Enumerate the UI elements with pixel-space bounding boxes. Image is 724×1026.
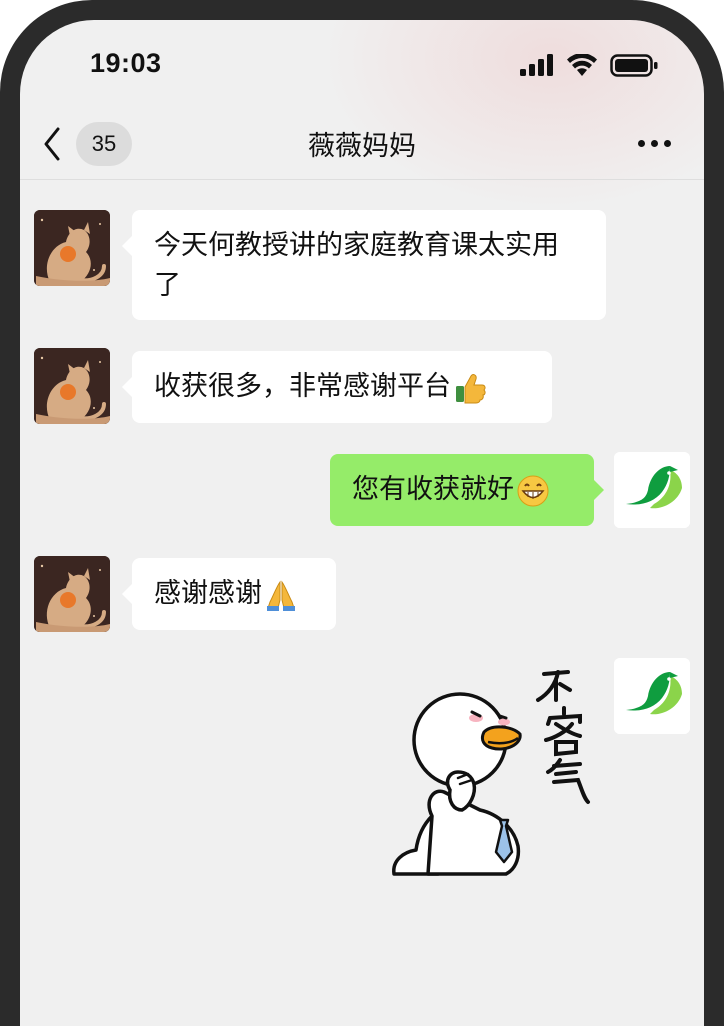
green-bird-logo-icon bbox=[614, 658, 690, 734]
chat-title: 薇薇妈妈 bbox=[308, 131, 416, 162]
message-text: 感谢感谢 bbox=[154, 578, 262, 609]
status-icons bbox=[520, 54, 660, 77]
message-bubble[interactable]: 收获很多，非常感谢平台 bbox=[122, 351, 552, 423]
grinning-face-icon bbox=[517, 475, 549, 506]
more-dot-icon bbox=[638, 140, 645, 147]
more-dot-icon bbox=[651, 140, 658, 147]
contact-avatar[interactable] bbox=[34, 348, 110, 424]
cat-avatar-icon bbox=[34, 348, 110, 424]
my-avatar[interactable] bbox=[614, 658, 690, 734]
message-text: 今天何教授讲的家庭教育课太实用了 bbox=[154, 230, 559, 301]
my-avatar[interactable] bbox=[614, 452, 690, 528]
battery-icon bbox=[610, 54, 658, 77]
chat-screen: 19:03 35 薇薇妈妈 今天何教授讲的家庭教育课太实用了 收获很多，非常感谢… bbox=[20, 20, 704, 1026]
message-bubble[interactable]: 感谢感谢 bbox=[122, 558, 336, 630]
message-bubble[interactable]: 今天何教授讲的家庭教育课太实用了 bbox=[122, 210, 606, 320]
contact-avatar[interactable] bbox=[34, 210, 110, 286]
message-bubble[interactable]: 您有收获就好 bbox=[330, 454, 604, 526]
green-bird-logo-icon bbox=[614, 452, 690, 528]
message-text: 您有收获就好 bbox=[352, 474, 514, 505]
cat-avatar-icon bbox=[34, 210, 110, 286]
duck-sticker[interactable] bbox=[388, 660, 594, 876]
cellular-signal-icon bbox=[520, 54, 553, 76]
chat-nav-bar: 35 薇薇妈妈 bbox=[20, 120, 704, 180]
thumbs-up-icon bbox=[456, 373, 486, 403]
status-time: 19:03 bbox=[90, 48, 162, 78]
more-options-button[interactable] bbox=[638, 140, 678, 152]
phone-frame: 19:03 35 薇薇妈妈 今天何教授讲的家庭教育课太实用了 收获很多，非常感谢… bbox=[0, 0, 724, 1026]
nav-divider bbox=[20, 179, 704, 180]
message-text: 收获很多，非常感谢平台 bbox=[154, 371, 451, 402]
folded-hands-icon bbox=[267, 579, 295, 611]
wifi-icon bbox=[567, 54, 597, 76]
more-dot-icon bbox=[664, 140, 671, 147]
cat-avatar-icon bbox=[34, 556, 110, 632]
contact-avatar[interactable] bbox=[34, 556, 110, 632]
duck-sticker-icon bbox=[392, 670, 590, 876]
